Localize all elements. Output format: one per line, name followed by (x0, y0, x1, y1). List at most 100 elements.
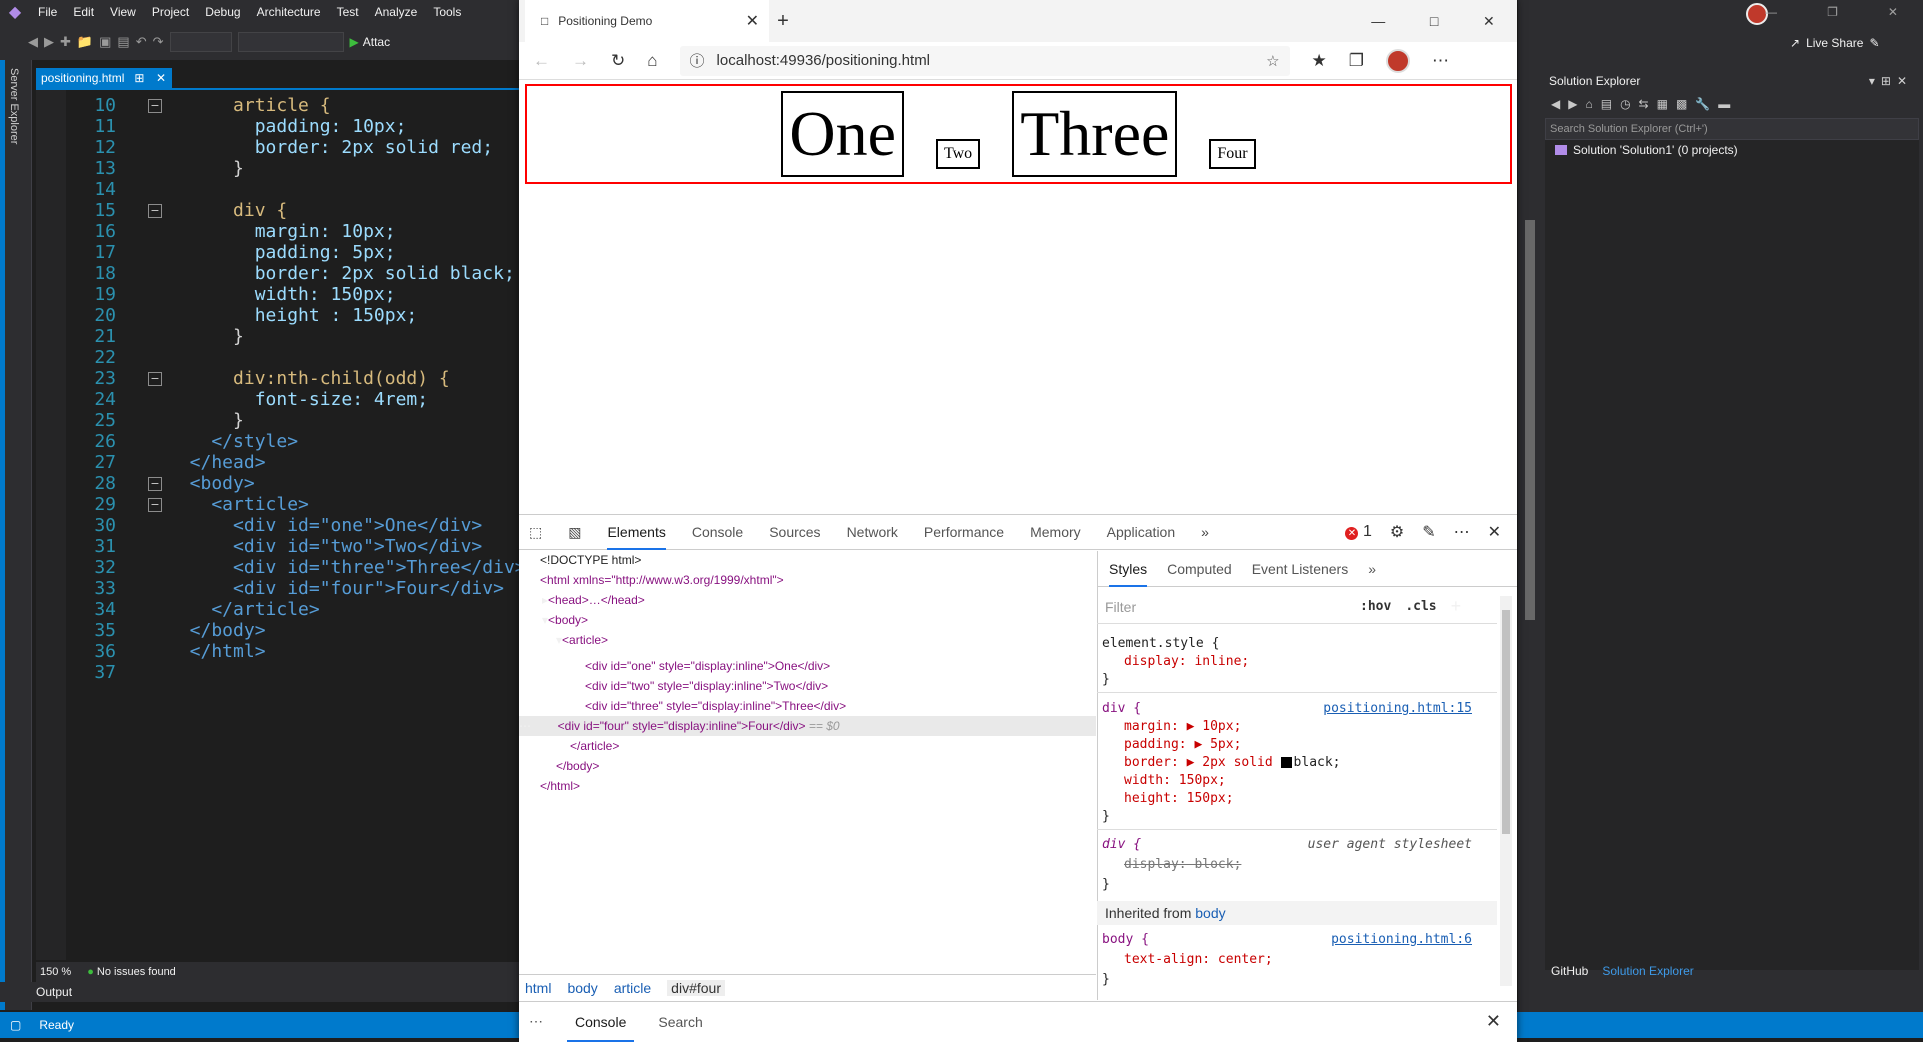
rule-element-style-selector[interactable]: element.style { (1102, 635, 1219, 653)
color-swatch[interactable] (1280, 757, 1292, 768)
dom-head[interactable]: ▸<head>…</head> (542, 590, 645, 610)
minimize-icon[interactable]: — (1371, 13, 1385, 29)
collections-icon[interactable]: ❐ (1349, 51, 1364, 71)
tab-computed[interactable]: Computed (1167, 561, 1232, 577)
close-tab-icon[interactable]: ✕ (746, 11, 759, 31)
home-icon[interactable]: ⌂ (1585, 97, 1592, 111)
refresh-icon[interactable]: ↻ (611, 51, 625, 71)
more-icon[interactable]: ⋯ (1432, 51, 1449, 71)
save-all-icon[interactable]: ▤ (117, 34, 129, 50)
rule-text-align[interactable]: text-align: center; (1124, 951, 1273, 969)
minimize-icon[interactable]: — (1765, 5, 1777, 19)
rule-ua-selector[interactable]: div {user agent stylesheet (1102, 836, 1492, 854)
solution-root-item[interactable]: Solution 'Solution1' (0 projects) (1555, 143, 1738, 157)
fold-toggle-icon[interactable]: − (148, 497, 162, 512)
history-icon[interactable]: ◷ (1620, 97, 1630, 111)
ellipsis-icon[interactable]: ⋯ (519, 719, 558, 733)
menu-analyze[interactable]: Analyze (367, 0, 426, 24)
save-icon[interactable]: ▣ (99, 34, 111, 50)
info-icon[interactable]: ⓘ (690, 50, 705, 71)
address-bar[interactable]: ⓘ localhost:49936/positioning.html ☆ (679, 45, 1290, 76)
dom-div-two[interactable]: <div id="two" style="display:inline">Two… (585, 676, 828, 696)
dom-article-close[interactable]: </article> (570, 736, 619, 756)
close-devtools-icon[interactable]: ✕ (1488, 522, 1501, 542)
tab-application[interactable]: Application (1107, 514, 1176, 550)
new-tab-button[interactable]: + (769, 0, 797, 42)
live-share-button[interactable]: ↗ Live Share ✎ (1790, 36, 1880, 50)
show-all-files-icon[interactable]: ▩ (1676, 97, 1687, 111)
close-drawer-icon[interactable]: ✕ (1486, 1011, 1501, 1032)
tab-memory[interactable]: Memory (1030, 514, 1081, 550)
undo-icon[interactable]: ↶ (136, 34, 147, 50)
menu-tools[interactable]: Tools (425, 0, 469, 24)
inspect-element-icon[interactable]: ⬚ (529, 524, 542, 541)
device-emulation-icon[interactable]: ▧ (568, 524, 581, 541)
browser-tab[interactable]: □ Positioning Demo ✕ (525, 0, 769, 42)
favorite-star-icon[interactable]: ☆ (1266, 52, 1279, 70)
menu-file[interactable]: File (30, 0, 65, 24)
forward-icon[interactable]: → (572, 51, 589, 71)
attach-button[interactable]: ▶ Attac (350, 35, 391, 49)
dom-html-close[interactable]: </html> (540, 776, 580, 796)
dom-div-four[interactable]: ⋯ <div id="four" style="display:inline">… (519, 716, 840, 736)
tab-event-listeners[interactable]: Event Listeners (1252, 561, 1349, 577)
platform-dropdown[interactable] (237, 32, 344, 52)
close-window-icon[interactable]: ✕ (1483, 13, 1495, 30)
dom-body-open[interactable]: ▾<body> (542, 610, 588, 630)
zoom-level[interactable]: 150 % (40, 966, 71, 978)
rule-padding[interactable]: padding: ▶ 5px; (1124, 736, 1241, 754)
scrollbar-thumb[interactable] (1502, 610, 1510, 834)
close-icon[interactable]: ✕ (156, 71, 166, 85)
rule-div-selector[interactable]: div {positioning.html:15 (1102, 700, 1492, 718)
switch-views-icon[interactable]: ▤ (1601, 97, 1612, 111)
rule-ua-display[interactable]: display: block; (1124, 856, 1241, 874)
menu-edit[interactable]: Edit (65, 0, 102, 24)
drawer-menu-icon[interactable]: ⋯ (529, 1013, 543, 1030)
hov-toggle[interactable]: :hov (1360, 599, 1391, 614)
tab-github[interactable]: GitHub (1551, 964, 1588, 978)
redo-icon[interactable]: ↷ (153, 34, 164, 50)
maximize-icon[interactable]: □ (1430, 13, 1438, 29)
forward-icon[interactable]: ▶ (1568, 97, 1577, 111)
rule-border[interactable]: border: ▶ 2px solid black; (1124, 754, 1341, 772)
feedback-icon[interactable]: ✎ (1869, 36, 1879, 50)
dom-div-one[interactable]: <div id="one" style="display:inline">One… (585, 656, 830, 676)
rule-height[interactable]: height: 150px; (1124, 790, 1234, 808)
inherited-from-link[interactable]: body (1195, 905, 1225, 921)
rule-body-selector[interactable]: body {positioning.html:6 (1102, 931, 1492, 949)
back-icon[interactable]: ← (533, 51, 550, 71)
menu-view[interactable]: View (102, 0, 144, 24)
dom-article-open[interactable]: ▾<article> (556, 630, 608, 650)
cls-toggle[interactable]: .cls (1405, 599, 1436, 614)
tab-styles[interactable]: Styles (1109, 551, 1148, 587)
favorites-icon[interactable]: ★ (1312, 51, 1327, 71)
tab-console[interactable]: Console (692, 514, 743, 550)
close-window-icon[interactable]: ✕ (1888, 5, 1898, 19)
dom-html-open[interactable]: <html xmlns="http://www.w3.org/1999/xhtm… (540, 570, 784, 590)
drawer-tab-search[interactable]: Search (658, 1014, 702, 1030)
tab-performance[interactable]: Performance (924, 514, 1004, 550)
preview-icon[interactable]: ▬ (1718, 97, 1730, 111)
menu-test[interactable]: Test (329, 0, 367, 24)
new-project-icon[interactable]: ✚ (60, 34, 71, 50)
rule-display-inline[interactable]: display: inline; (1124, 653, 1249, 671)
collapse-all-icon[interactable]: ▦ (1657, 97, 1668, 111)
pin-icon[interactable]: ⊞ (134, 71, 144, 85)
back-icon[interactable]: ◀ (1551, 97, 1560, 111)
properties-icon[interactable]: 🔧 (1695, 97, 1710, 111)
styles-scrollbar[interactable] (1500, 596, 1512, 986)
more-tabs-icon[interactable]: » (1368, 561, 1376, 577)
scrollbar-thumb[interactable] (1525, 220, 1535, 620)
rule-source-link[interactable]: positioning.html:6 (1331, 931, 1472, 949)
restore-icon[interactable]: ❐ (1827, 5, 1838, 19)
menu-project[interactable]: Project (144, 0, 197, 24)
editor-tab-positioning-html[interactable]: positioning.html ⊞ ✕ (36, 68, 172, 88)
dom-div-three[interactable]: <div id="three" style="display:inline">T… (585, 696, 846, 716)
panel-pin-icons[interactable]: ▾⊞✕ (1869, 74, 1913, 88)
more-tabs-icon[interactable]: » (1201, 524, 1209, 540)
server-explorer-tab[interactable]: Server Explorer (8, 68, 20, 144)
profile-avatar[interactable] (1386, 48, 1411, 73)
tab-sources[interactable]: Sources (769, 514, 820, 550)
tab-network[interactable]: Network (847, 514, 898, 550)
breadcrumb-body[interactable]: body (567, 980, 597, 996)
